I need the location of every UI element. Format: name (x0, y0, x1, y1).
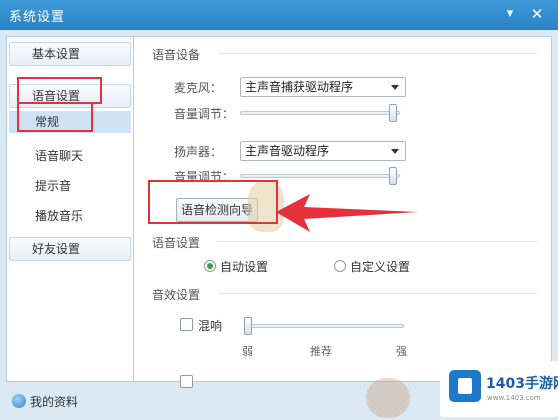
sidebar-item-friends[interactable]: 好友设置 (9, 237, 131, 261)
profile-icon (12, 394, 26, 408)
reverb-label[interactable]: 混响 (198, 317, 222, 334)
highlight-box-wizard-button (148, 180, 278, 224)
my-profile-link[interactable]: 我的资料 (30, 393, 78, 410)
corner-mascot-watermark (366, 378, 410, 418)
divider (218, 293, 538, 294)
section-title-voice-settings: 语音设置 (152, 236, 201, 250)
arrow-shape (276, 194, 418, 232)
red-arrow-annotation (276, 194, 418, 232)
radio-auto-label[interactable]: 自动设置 (220, 258, 268, 275)
slider-track (244, 324, 404, 328)
reverb-weak-label: 弱 (242, 345, 253, 358)
watermark-url: www.1403.com (487, 394, 541, 402)
mic-volume-slider[interactable] (240, 104, 400, 122)
sidebar-item-basic[interactable]: 基本设置 (9, 42, 131, 66)
highlight-box-general (17, 102, 93, 132)
reverb-slider[interactable] (244, 317, 404, 335)
minimize-icon[interactable]: ▾ (499, 4, 521, 24)
radio-auto[interactable] (204, 260, 216, 272)
sidebar-subitem-voice-chat[interactable]: 语音聊天 (9, 145, 131, 167)
speaker-select[interactable]: 主声音驱动程序 (240, 141, 406, 161)
sidebar-subitem-play-music[interactable]: 播放音乐 (9, 205, 131, 227)
chevron-down-icon (391, 149, 399, 154)
watermark-brand: 1403手游网 (486, 376, 558, 392)
sidebar-subitem-alert-sound[interactable]: 提示音 (9, 175, 131, 197)
close-icon[interactable]: ✕ (526, 4, 548, 24)
reverb-recommend-label: 推荐 (310, 345, 332, 358)
slider-track (240, 111, 400, 115)
chevron-down-icon (391, 85, 399, 90)
reverb-strong-label: 强 (396, 345, 407, 358)
speaker-select-value: 主声音驱动程序 (245, 144, 330, 158)
site-logo-icon (449, 370, 481, 402)
site-watermark: 1403手游网 www.1403.com (440, 361, 558, 417)
title-bar: 系统设置 ▾ ✕ (0, 0, 558, 30)
window-title: 系统设置 (9, 10, 66, 25)
mic-label: 麦克风： (174, 81, 223, 95)
radio-custom-label[interactable]: 自定义设置 (350, 258, 410, 275)
mic-volume-label: 音量调节： (174, 107, 235, 121)
mic-select-value: 主声音捕获驱动程序 (245, 80, 354, 94)
section-title-voice-device: 语音设备 (152, 48, 201, 62)
slider-thumb[interactable] (389, 167, 397, 185)
mic-select[interactable]: 主声音捕获驱动程序 (240, 77, 406, 97)
slider-thumb[interactable] (244, 317, 252, 335)
speaker-label: 扬声器： (174, 145, 223, 159)
highlight-box-voice-settings (17, 77, 102, 104)
slider-thumb[interactable] (389, 104, 397, 122)
section-title-sound-effects: 音效设置 (152, 288, 201, 302)
divider (218, 53, 538, 54)
divider (218, 241, 538, 242)
slider-track (240, 174, 400, 178)
reverb-checkbox[interactable] (180, 318, 193, 331)
radio-custom[interactable] (334, 260, 346, 272)
